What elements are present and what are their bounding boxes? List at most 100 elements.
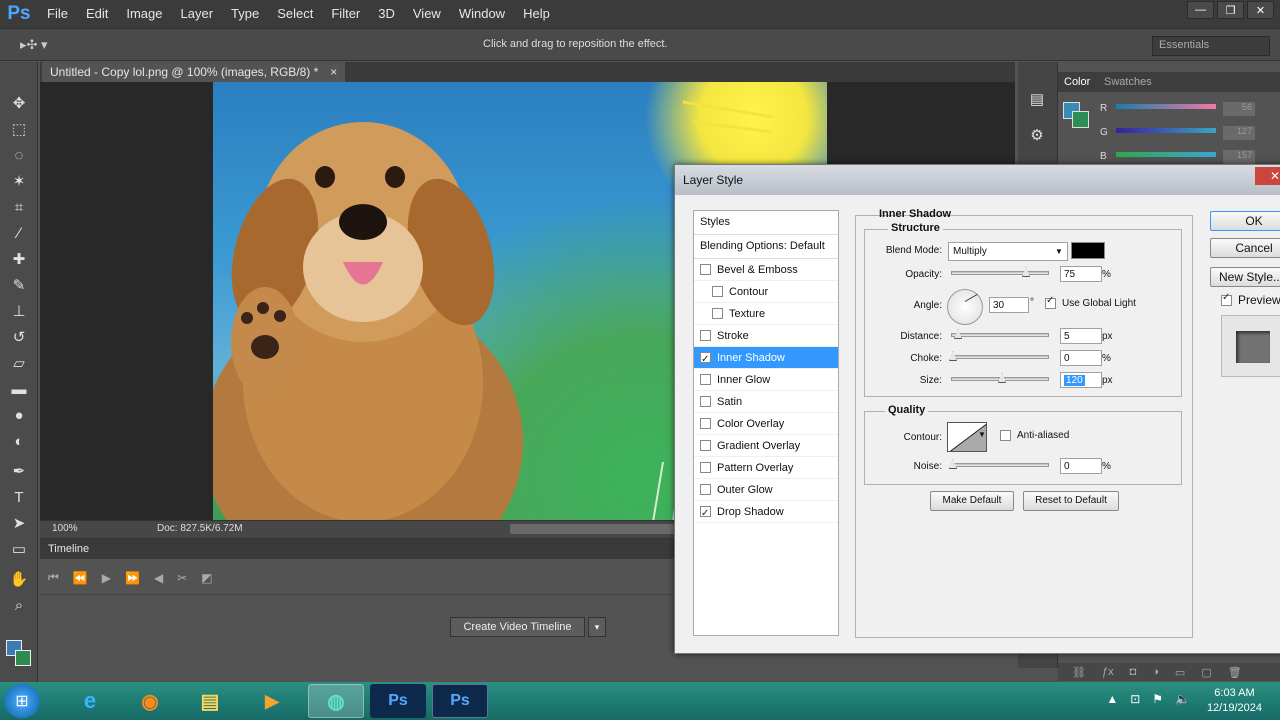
photoshop-taskbar-icon-1[interactable]: Ps: [370, 684, 426, 718]
anti-aliased-check-icon[interactable]: [1000, 430, 1011, 441]
cancel-button[interactable]: Cancel: [1210, 238, 1280, 258]
choke-slider[interactable]: [949, 351, 1049, 361]
green-value[interactable]: 127: [1223, 126, 1255, 140]
dodge-tool-icon[interactable]: ◐: [8, 430, 30, 452]
menu-help[interactable]: Help: [514, 0, 559, 28]
trash-icon[interactable]: 🗑: [1228, 666, 1242, 679]
effect-row[interactable]: Texture: [694, 303, 838, 325]
split-icon[interactable]: ✂: [177, 571, 187, 585]
transition-icon[interactable]: ◩: [201, 571, 212, 585]
internet-explorer-icon[interactable]: e: [62, 684, 118, 718]
eyedropper-icon[interactable]: ∕: [8, 222, 30, 244]
anti-aliased-checkbox[interactable]: Anti-aliased: [1000, 430, 1069, 441]
lasso-tool-icon[interactable]: ◌: [8, 144, 30, 166]
minimize-button[interactable]: —: [1187, 1, 1214, 19]
effect-checkbox[interactable]: [700, 484, 711, 495]
next-frame-icon[interactable]: ⏩: [125, 571, 140, 585]
timeline-dropdown-icon[interactable]: ▾: [588, 617, 606, 637]
background-color-swatch[interactable]: [15, 650, 31, 666]
tray-expand-icon[interactable]: ▲: [1106, 692, 1118, 706]
effect-checkbox[interactable]: [700, 440, 711, 451]
global-light-check-icon[interactable]: [1045, 295, 1056, 309]
hand-tool-icon[interactable]: ✋: [8, 568, 30, 590]
styles-header[interactable]: Styles: [694, 211, 838, 235]
effect-checkbox[interactable]: [700, 349, 711, 371]
noise-input[interactable]: 0: [1060, 458, 1102, 474]
red-slider[interactable]: [1116, 104, 1216, 109]
dialog-titlebar[interactable]: Layer Style ✕: [675, 165, 1280, 195]
type-tool-icon[interactable]: T: [8, 486, 30, 508]
menu-file[interactable]: File: [38, 0, 77, 28]
blend-mode-select[interactable]: Multiply: [948, 242, 1068, 261]
make-default-button[interactable]: Make Default: [930, 491, 1014, 511]
file-explorer-icon[interactable]: ▤: [182, 684, 238, 718]
noise-slider[interactable]: [949, 459, 1049, 469]
media-player-icon[interactable]: ▶: [244, 684, 300, 718]
effect-checkbox[interactable]: [700, 418, 711, 429]
menu-edit[interactable]: Edit: [77, 0, 117, 28]
brush-tool-icon[interactable]: ✎: [8, 274, 30, 296]
play-icon[interactable]: ▶: [102, 571, 111, 585]
shape-tool-icon[interactable]: ▭: [8, 538, 30, 560]
close-button[interactable]: ✕: [1247, 1, 1274, 19]
link-layers-icon[interactable]: ⛓: [1072, 666, 1086, 679]
opacity-slider[interactable]: [951, 267, 1049, 277]
firefox-icon[interactable]: ◉: [122, 684, 178, 718]
shadow-color-swatch[interactable]: [1071, 242, 1105, 259]
close-tab-icon[interactable]: ×: [330, 62, 337, 82]
angle-input[interactable]: 30: [989, 297, 1029, 313]
distance-input[interactable]: 5: [1060, 328, 1102, 344]
clone-stamp-icon[interactable]: ⊥: [8, 300, 30, 322]
menu-select[interactable]: Select: [268, 0, 322, 28]
adjustment-icon[interactable]: ◑: [1152, 666, 1159, 678]
effect-row[interactable]: Pattern Overlay: [694, 457, 838, 479]
preview-checkbox[interactable]: Preview: [1221, 292, 1280, 307]
contour-dropdown-icon[interactable]: ▼: [978, 430, 986, 439]
effect-checkbox[interactable]: [700, 462, 711, 473]
properties-panel-icon[interactable]: ⚙: [1026, 124, 1048, 146]
ok-button[interactable]: OK: [1210, 211, 1280, 231]
restore-button[interactable]: ❐: [1217, 1, 1244, 19]
menu-image[interactable]: Image: [117, 0, 171, 28]
move-tool-preset-icon[interactable]: ▸✣ ▾: [20, 37, 48, 53]
blue-value[interactable]: 157: [1223, 150, 1255, 164]
effect-row[interactable]: Satin: [694, 391, 838, 413]
size-slider[interactable]: [951, 373, 1049, 383]
path-selection-icon[interactable]: ➤: [8, 512, 30, 534]
effect-checkbox[interactable]: [700, 396, 711, 407]
effect-row[interactable]: Contour: [694, 281, 838, 303]
reset-to-default-button[interactable]: Reset to Default: [1023, 491, 1119, 511]
effect-row[interactable]: Gradient Overlay: [694, 435, 838, 457]
blending-options[interactable]: Blending Options: Default: [694, 235, 838, 259]
green-slider[interactable]: [1116, 128, 1216, 133]
workspace-select[interactable]: Essentials: [1152, 36, 1270, 56]
blue-slider[interactable]: [1116, 152, 1216, 157]
effect-checkbox[interactable]: [700, 503, 711, 525]
network-icon[interactable]: ⊡: [1130, 692, 1140, 706]
choke-input[interactable]: 0: [1060, 350, 1102, 366]
effect-checkbox[interactable]: [700, 374, 711, 385]
tab-swatches[interactable]: Swatches: [1104, 76, 1152, 88]
zoom-tool-icon[interactable]: ⌕: [8, 594, 30, 616]
crop-tool-icon[interactable]: ⌗: [8, 196, 30, 218]
red-value[interactable]: 56: [1223, 102, 1255, 116]
effect-checkbox[interactable]: [712, 286, 723, 297]
first-frame-icon[interactable]: ⏮: [48, 570, 59, 585]
previous-frame-icon[interactable]: ⏪: [73, 571, 88, 585]
color-panel-background[interactable]: [1072, 111, 1089, 128]
effect-row[interactable]: Outer Glow: [694, 479, 838, 501]
menu-filter[interactable]: Filter: [322, 0, 369, 28]
menu-type[interactable]: Type: [222, 0, 268, 28]
effect-checkbox[interactable]: [712, 308, 723, 319]
size-input[interactable]: 120: [1060, 372, 1102, 388]
new-style-button[interactable]: New Style...: [1210, 267, 1280, 287]
volume-icon[interactable]: 🔈: [1175, 692, 1190, 706]
effect-row[interactable]: Color Overlay: [694, 413, 838, 435]
fx-icon[interactable]: ƒx: [1102, 666, 1114, 678]
effect-row[interactable]: Stroke: [694, 325, 838, 347]
horizontal-scrollbar[interactable]: [510, 524, 680, 534]
photoshop-taskbar-icon-2[interactable]: Ps: [432, 684, 488, 718]
distance-slider[interactable]: [951, 329, 1049, 339]
menu-layer[interactable]: Layer: [172, 0, 223, 28]
healing-brush-icon[interactable]: ✚: [8, 248, 30, 270]
